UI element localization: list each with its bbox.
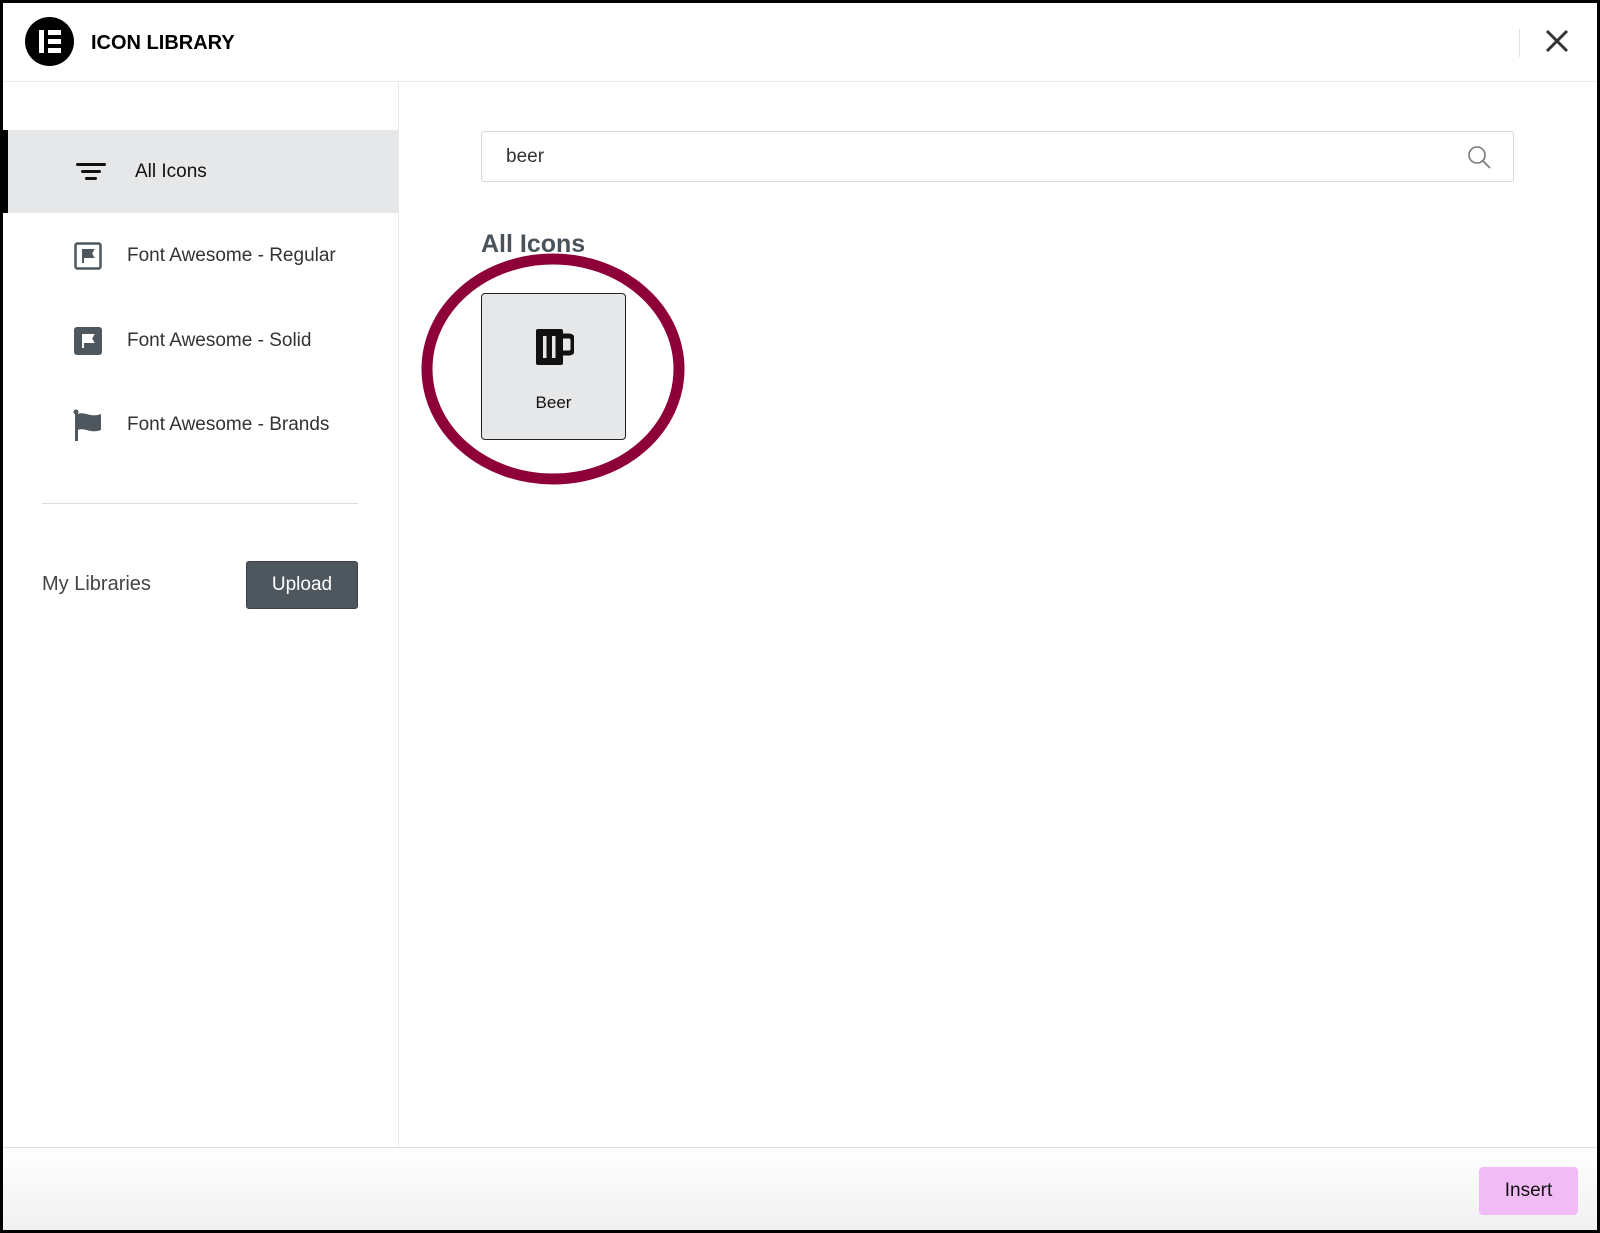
upload-button[interactable]: Upload (246, 561, 358, 609)
icon-tile-label: Beer (535, 393, 572, 412)
flag-regular-icon (73, 241, 103, 271)
flag-solid-icon (73, 326, 103, 356)
sidebar-item-font-awesome-regular[interactable]: Font Awesome - Regular (3, 214, 398, 297)
sidebar-item-font-awesome-brands[interactable]: Font Awesome - Brands (3, 383, 398, 466)
sidebar: All Icons Font Awesome - Regular Font Aw… (3, 83, 399, 1147)
close-icon[interactable] (1540, 25, 1574, 59)
search-input[interactable] (506, 145, 1440, 168)
sidebar-item-label: Font Awesome - Solid (127, 329, 312, 351)
sidebar-item-label: Font Awesome - Regular (127, 244, 336, 266)
search-icon[interactable] (1467, 145, 1491, 175)
sidebar-item-all-icons[interactable]: All Icons (3, 130, 398, 213)
flag-brands-icon (73, 409, 103, 441)
insert-button[interactable]: Insert (1479, 1167, 1578, 1215)
sidebar-item-label: All Icons (135, 160, 207, 182)
header-divider (1519, 29, 1520, 57)
modal-footer: Insert (3, 1147, 1597, 1230)
sidebar-item-label: Font Awesome - Brands (127, 413, 330, 435)
filter-icon (76, 157, 106, 187)
icon-library-modal: ICON LIBRARY All Icons Font Awesome - Re… (3, 3, 1597, 1230)
search-field[interactable] (481, 131, 1514, 182)
modal-title: ICON LIBRARY (91, 32, 235, 54)
sidebar-item-font-awesome-solid[interactable]: Font Awesome - Solid (3, 299, 398, 382)
elementor-logo (25, 17, 74, 66)
section-title: All Icons (481, 230, 586, 258)
icon-tile-beer[interactable]: Beer (481, 293, 626, 440)
sidebar-divider (42, 503, 358, 504)
my-libraries-label: My Libraries (42, 573, 151, 595)
beer-icon (536, 329, 576, 372)
modal-header: ICON LIBRARY (3, 3, 1597, 82)
